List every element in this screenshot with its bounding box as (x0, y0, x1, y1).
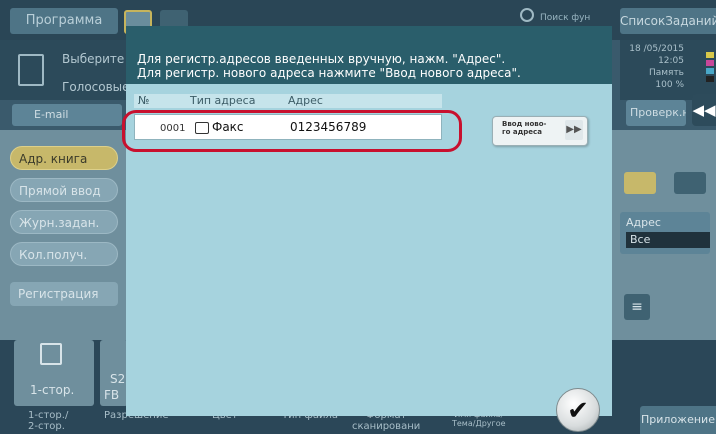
duplex-thumb-label: 1-стор. (30, 383, 75, 397)
second-thumb-line2: FB (104, 388, 120, 402)
column-address-type: Тип адреса (190, 94, 256, 107)
prompt-text: Выберите (62, 52, 125, 66)
collapse-arrow-icon[interactable]: ◀◀ (692, 94, 716, 126)
dialog-message-line1: Для регистр.адресов введенных вручную, н… (137, 52, 506, 66)
list-view-icon[interactable] (674, 172, 706, 194)
search-label[interactable]: Поиск фун (540, 13, 590, 23)
sidebar-item-direct-input[interactable]: Прямой ввод (10, 178, 118, 202)
forward-arrow-icon: ▶▶ (565, 120, 583, 140)
new-address-label: Ввод ново- го адреса (502, 120, 547, 136)
pages-icon (40, 343, 62, 365)
ink-cyan (706, 68, 714, 74)
second-thumb-line1: S2 (110, 372, 126, 386)
applications-button[interactable]: Приложение (640, 406, 716, 434)
tab-duplex[interactable]: 1-стор./ 2-стор. (28, 410, 68, 432)
ink-yellow (706, 52, 714, 58)
sidebar-item-recipients[interactable]: Кол.получ. (10, 242, 118, 266)
ink-magenta (706, 60, 714, 66)
row-highlight (122, 110, 462, 152)
sidebar-item-job-log[interactable]: Журн.задан. (10, 210, 118, 234)
status-memory: Память (648, 68, 684, 78)
document-icon (18, 54, 44, 86)
check-settings-button[interactable]: Проверк.н (626, 100, 686, 126)
job-list-button[interactable]: СписокЗаданий (620, 8, 716, 34)
search-icon[interactable] (520, 8, 534, 22)
screen: Программа Поиск фун СписокЗаданий Выбери… (0, 0, 716, 434)
status-time: 12:05 (658, 56, 684, 66)
address-filter-select[interactable]: Все (626, 232, 710, 248)
status-date: 18 /05/2015 (629, 44, 684, 54)
ink-black (706, 76, 714, 82)
address-filter-label: Адрес (626, 216, 661, 229)
sidebar-item-address-book[interactable]: Адр. книга (10, 146, 118, 170)
scroll-icon[interactable]: ≡ (624, 294, 650, 320)
registration-button[interactable]: Регистрация (10, 282, 118, 306)
program-tab[interactable]: Программа (10, 8, 118, 34)
grid-view-icon[interactable] (624, 172, 656, 194)
column-number: № (138, 94, 150, 107)
dialog-message-line2: Для регистр. нового адреса нажмите "Ввод… (137, 66, 521, 80)
ok-button[interactable]: ✔ (556, 388, 600, 432)
status-percent: 100 % (655, 80, 684, 90)
email-tab[interactable]: E-mail (12, 104, 122, 126)
address-dialog (126, 26, 612, 416)
prompt-text-2: Голосовые (62, 80, 130, 94)
column-address: Адрес (288, 94, 323, 107)
